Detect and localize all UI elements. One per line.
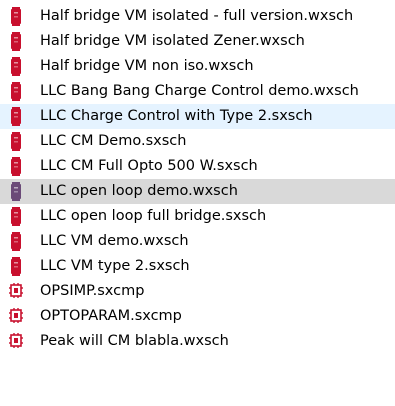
list-item-label: LLC open loop full bridge.sxsch	[40, 208, 267, 224]
list-item[interactable]: Half bridge VM non iso.wxsch	[0, 54, 395, 79]
schematic-file-icon	[9, 182, 23, 201]
list-item-label: Half bridge VM isolated - full version.w…	[40, 8, 354, 24]
list-item-label: Half bridge VM non iso.wxsch	[40, 58, 254, 74]
list-item[interactable]: Half bridge VM isolated Zener.wxsch	[0, 29, 395, 54]
schematic-file-icon	[9, 7, 23, 26]
list-item-label: Half bridge VM isolated Zener.wxsch	[40, 33, 305, 49]
component-file-icon	[9, 307, 23, 326]
list-item[interactable]: OPSIMP.sxcmp	[0, 279, 395, 304]
list-item-label: LLC open loop demo.wxsch	[40, 183, 238, 199]
schematic-file-icon	[9, 132, 23, 151]
schematic-file-icon	[9, 232, 23, 251]
list-item-label: LLC VM type 2.sxsch	[40, 258, 190, 274]
schematic-file-icon	[9, 107, 23, 126]
list-item-label: LLC CM Demo.sxsch	[40, 133, 187, 149]
list-item[interactable]: OPTOPARAM.sxcmp	[0, 304, 395, 329]
list-item-label: LLC CM Full Opto 500 W.sxsch	[40, 158, 258, 174]
list-item[interactable]: LLC Bang Bang Charge Control demo.wxsch	[0, 79, 395, 104]
schematic-file-icon	[9, 32, 23, 51]
list-item[interactable]: Peak will CM blabla.wxsch	[0, 329, 395, 354]
schematic-file-icon	[9, 157, 23, 176]
list-item[interactable]: LLC CM Full Opto 500 W.sxsch	[0, 154, 395, 179]
list-item-label: LLC Charge Control with Type 2.sxsch	[40, 108, 313, 124]
list-item[interactable]: LLC VM type 2.sxsch	[0, 254, 395, 279]
list-item[interactable]: LLC CM Demo.sxsch	[0, 129, 395, 154]
list-item[interactable]: LLC VM demo.wxsch	[0, 229, 395, 254]
list-item-label: LLC Bang Bang Charge Control demo.wxsch	[40, 83, 359, 99]
list-item-label: Peak will CM blabla.wxsch	[40, 333, 229, 349]
list-item[interactable]: Half bridge VM isolated - full version.w…	[0, 4, 395, 29]
component-file-icon	[9, 282, 23, 301]
component-file-icon	[9, 332, 23, 351]
list-item[interactable]: LLC open loop demo.wxsch	[0, 179, 395, 204]
schematic-file-icon	[9, 207, 23, 226]
schematic-file-icon	[9, 82, 23, 101]
list-item[interactable]: LLC open loop full bridge.sxsch	[0, 204, 395, 229]
schematic-file-icon	[9, 257, 23, 276]
schematic-file-icon	[9, 57, 23, 76]
list-item-label: OPSIMP.sxcmp	[40, 283, 145, 299]
list-item-label: LLC VM demo.wxsch	[40, 233, 189, 249]
file-list: Half bridge VM isolated - full version.w…	[0, 4, 395, 406]
list-item[interactable]: LLC Charge Control with Type 2.sxsch	[0, 104, 395, 129]
list-item-label: OPTOPARAM.sxcmp	[40, 308, 182, 324]
